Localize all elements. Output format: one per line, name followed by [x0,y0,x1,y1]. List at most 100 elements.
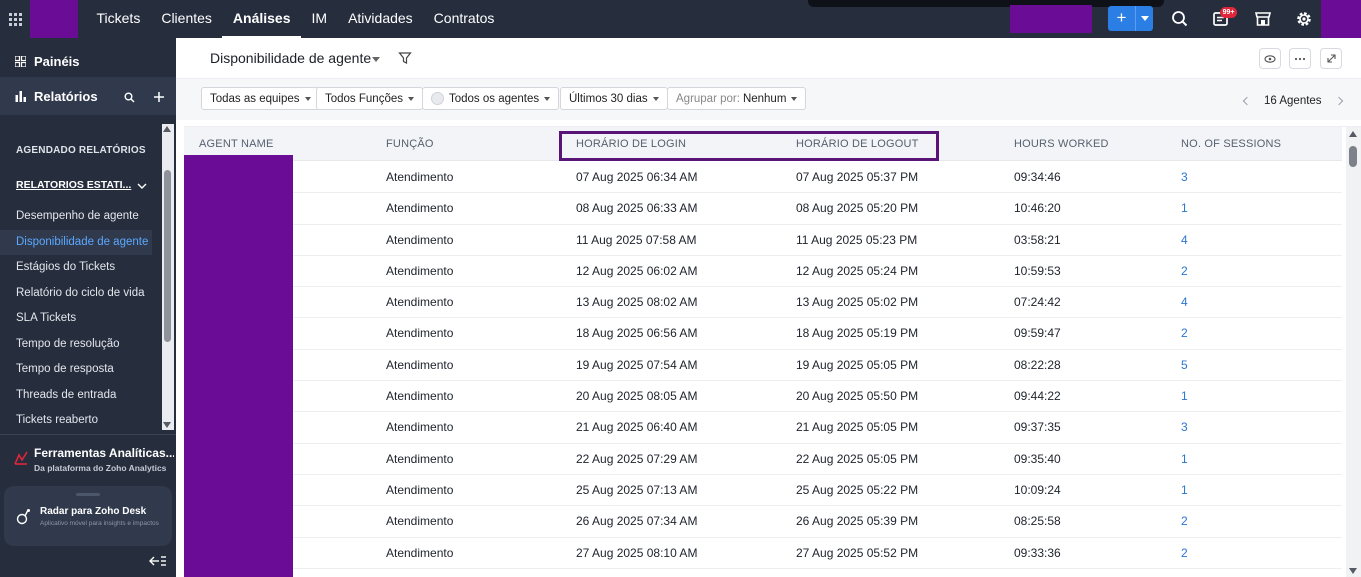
table-row: Atendimento 21 Aug 2025 06:40 AM 21 Aug 20… [184,412,1342,444]
cell-sessions[interactable]: 3 [1181,412,1188,443]
section-static-reports[interactable]: RELATORIOS ESTATI... [16,179,131,191]
agents-filter[interactable]: Todos os agentes [422,87,560,110]
more-icon [1294,57,1306,60]
sidebar-scroll-thumb[interactable] [164,170,171,342]
period-filter[interactable]: Últimos 30 dias [560,87,668,110]
radar-card[interactable]: Radar para Zoho Desk Aplicativo móvel pa… [4,486,172,546]
nav-tab-analises[interactable]: Análises [222,0,302,38]
group-by-filter[interactable]: Agrupar por: Nenhum [667,87,807,110]
dashboard-grid-icon [15,55,26,67]
collapse-sidebar-icon[interactable] [148,554,168,568]
cell-logout: 19 Aug 2025 05:05 PM [796,357,919,372]
cell-logout: 07 Aug 2025 05:37 PM [796,170,919,184]
table-row: Atendimento 26 Aug 2025 07:34 AM 26 Aug 20… [184,506,1342,538]
analytics-title: Ferramentas Analíticas... [34,446,174,460]
cell-login: 27 Aug 2025 08:10 AM [576,545,698,560]
cell-sessions[interactable]: 1 [1181,193,1188,224]
cell-hours-worked: 10:46:20 [1014,201,1061,216]
radar-icon [16,509,30,525]
expand-icon [1326,54,1336,63]
cell-sessions[interactable]: 2 [1181,318,1188,349]
cell-logout: 22 Aug 2025 05:05 PM [796,451,919,466]
bar-chart-icon [15,91,26,102]
cell-logout: 21 Aug 2025 05:05 PM [796,420,919,435]
cell-logout: 13 Aug 2025 05:02 PM [796,295,919,310]
more-options-button[interactable] [1289,48,1311,69]
notification-badge: 99+ [1220,7,1237,18]
radar-subtitle: Aplicativo móvel para insights e impacto… [40,520,159,527]
table-scrollbar[interactable] [1346,127,1361,577]
sidebar-item-tempo-resolucao[interactable]: Tempo de resolução [0,332,160,358]
col-hours-worked[interactable]: HOURS WORKED [1014,138,1109,150]
cell-sessions[interactable]: 4 [1181,287,1188,318]
cell-sessions[interactable]: 2 [1181,506,1188,537]
settings-icon[interactable] [1294,9,1314,29]
redacted-agent-names [184,155,293,577]
col-sessions[interactable]: NO. OF SESSIONS [1181,138,1281,150]
chevron-right-icon[interactable] [1334,96,1343,106]
scroll-up-icon[interactable] [1349,131,1357,137]
sidebar-item-ciclo-de-vida[interactable]: Relatório do ciclo de vida [0,281,160,307]
sidebar-item-threads[interactable]: Threads de entrada [0,383,160,409]
sidebar-item-desempenho[interactable]: Desempenho de agente [0,204,160,230]
cell-sessions[interactable]: 1 [1181,444,1188,475]
plus-icon[interactable]: + [1108,6,1136,31]
radar-title: Radar para Zoho Desk [40,506,147,517]
nav-tab-tickets[interactable]: Tickets [86,0,151,38]
cell-login: 13 Aug 2025 08:02 AM [576,295,698,310]
nav-tab-im[interactable]: IM [301,0,338,38]
table-row: Atendimento 11 Aug 2025 07:58 AM 11 Aug 20… [184,225,1342,256]
sidebar-item-sla[interactable]: SLA Tickets [0,306,160,332]
sidebar-item-paineis[interactable]: Painéis [0,51,176,71]
cell-sessions[interactable]: 4 [1181,225,1188,256]
section-scheduled-reports[interactable]: AGENDADO RELATÓRIOS [16,145,146,156]
search-icon[interactable] [124,92,135,103]
cell-logout: 27 Aug 2025 05:52 PM [796,545,919,560]
sidebar-item-reaberto[interactable]: Tickets reaberto [0,408,160,434]
cell-sessions[interactable]: 5 [1181,350,1188,381]
cell-sessions[interactable]: 1 [1181,475,1188,506]
search-icon[interactable] [1170,9,1190,29]
chevron-down-icon[interactable] [372,57,380,62]
chevron-down-icon [544,96,551,101]
chevron-down-icon[interactable] [1136,6,1153,31]
page-title[interactable]: Disponibilidade de agente [210,50,371,66]
cell-sessions[interactable]: 2 [1181,256,1188,287]
view-button[interactable] [1259,48,1281,69]
sidebar-item-disponibilidade[interactable]: Disponibilidade de agente [0,229,152,255]
cell-hours-worked: 09:37:35 [1014,420,1061,435]
new-button[interactable]: + [1108,6,1153,31]
chevron-left-icon[interactable] [1242,96,1252,106]
cell-funcao: Atendimento [386,326,454,341]
marketplace-icon[interactable] [1253,9,1273,29]
scroll-down-icon[interactable] [1349,568,1357,574]
cell-sessions[interactable]: 2 [1181,538,1188,569]
nav-tab-clientes[interactable]: Clientes [151,0,223,38]
add-report-icon[interactable] [153,91,165,103]
table-scroll-thumb[interactable] [1349,146,1357,167]
sidebar-scrollbar[interactable] [162,124,174,430]
col-agent-name[interactable]: AGENT NAME [199,138,274,150]
cell-login: 22 Aug 2025 07:29 AM [576,451,698,466]
apps-grid-icon[interactable] [0,0,30,38]
sidebar-item-estagios[interactable]: Estágios do Tickets [0,255,160,281]
chevron-down-icon[interactable] [137,183,147,190]
pagination: 16 Agentes [1242,95,1343,107]
sidebar-item-tempo-resposta[interactable]: Tempo de resposta [0,357,160,383]
scroll-down-icon[interactable] [163,422,171,428]
filter-icon[interactable] [398,51,412,65]
nav-tab-contratos[interactable]: Contratos [423,0,505,38]
col-funcao[interactable]: FUNÇÃO [386,138,434,150]
roles-filter[interactable]: Todos Funções [316,87,423,110]
cell-login: 25 Aug 2025 07:13 AM [576,482,698,497]
scroll-up-icon[interactable] [163,126,171,132]
nav-tab-atividades[interactable]: Atividades [338,0,424,38]
redacted-logo [30,0,78,38]
redacted-search-area [1010,5,1092,33]
expand-button[interactable] [1320,48,1342,69]
chevron-down-icon [652,96,659,101]
cell-funcao: Atendimento [386,420,454,435]
cell-sessions[interactable]: 1 [1181,381,1188,412]
cell-sessions[interactable]: 3 [1181,162,1188,193]
teams-filter[interactable]: Todas as equipes [201,87,320,110]
